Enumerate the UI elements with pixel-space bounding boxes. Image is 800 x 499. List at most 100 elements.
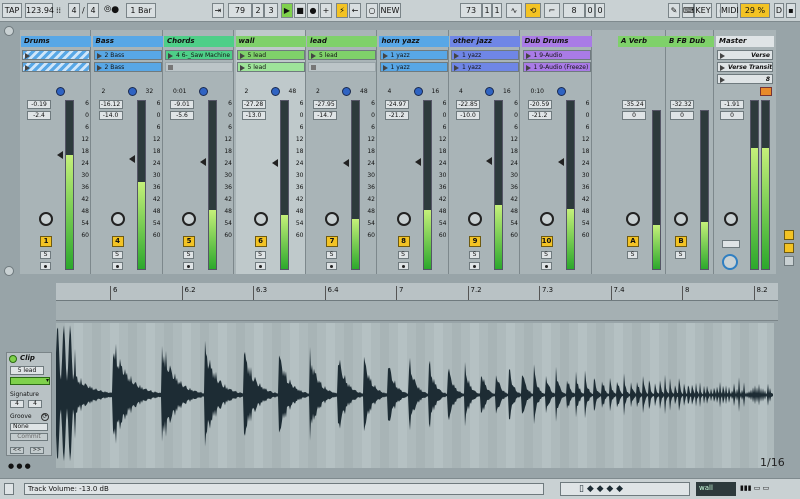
- pan-dial-icon[interactable]: [485, 87, 494, 96]
- pan-dial-icon[interactable]: [342, 87, 351, 96]
- return-pan-knob[interactable]: [674, 212, 688, 226]
- pan-dial-icon[interactable]: [413, 87, 423, 96]
- arm-button[interactable]: [469, 262, 480, 270]
- pan-dial-icon[interactable]: [127, 87, 137, 96]
- track-title[interactable]: Bass: [92, 36, 163, 47]
- pan-dial-icon[interactable]: [199, 87, 208, 96]
- return-pan-knob[interactable]: [626, 212, 640, 226]
- master-volume-value[interactable]: -1.91: [720, 100, 744, 109]
- punch-out-icon[interactable]: ⌐: [544, 3, 560, 18]
- clip-slot[interactable]: [165, 62, 233, 72]
- track-title[interactable]: wall: [235, 36, 306, 47]
- pan-knob[interactable]: [39, 212, 53, 226]
- punch-in-icon[interactable]: ∿: [506, 3, 522, 18]
- return-title[interactable]: B FB Dub: [666, 36, 714, 47]
- clip-sig-num[interactable]: 4: [10, 400, 24, 408]
- overdub-icon[interactable]: +: [320, 3, 332, 18]
- tap-button[interactable]: TAP: [2, 3, 22, 18]
- time-sig-den[interactable]: 4: [87, 3, 99, 18]
- midi-map-button[interactable]: MIDI: [720, 3, 739, 18]
- commit-button[interactable]: Commit: [10, 433, 48, 441]
- pan-knob[interactable]: [468, 212, 482, 226]
- pan-dial-icon[interactable]: [56, 87, 65, 96]
- pan-knob[interactable]: [396, 212, 411, 226]
- loop-start-beats[interactable]: 1: [482, 3, 492, 18]
- arm-button[interactable]: [40, 262, 51, 270]
- volume-fader-handle[interactable]: [343, 159, 349, 167]
- clip-activator-icon[interactable]: [9, 355, 17, 363]
- key-map-icon[interactable]: ⌨: [682, 3, 695, 18]
- scene-launch[interactable]: Verse Transiti: [717, 62, 773, 72]
- track-activator-button[interactable]: 8: [397, 236, 410, 247]
- track-activator-button[interactable]: 4: [111, 236, 124, 247]
- clip-slot[interactable]: 2 Bass: [93, 62, 162, 72]
- arm-button[interactable]: [111, 262, 123, 270]
- volume-value[interactable]: -20.59: [527, 100, 552, 109]
- clip-slot[interactable]: 5 lead: [236, 62, 305, 72]
- solo-button[interactable]: S: [40, 251, 51, 259]
- scene-launch[interactable]: 8: [717, 74, 773, 84]
- arm-button[interactable]: [326, 262, 337, 270]
- clip-name-field[interactable]: 5 lead: [10, 366, 44, 375]
- volume-fader-handle[interactable]: [557, 157, 564, 166]
- volume-fader-handle[interactable]: [57, 151, 63, 160]
- audio-waveform[interactable]: [56, 323, 774, 468]
- stop-all-clips-icon[interactable]: [760, 87, 772, 96]
- arm-button[interactable]: [397, 262, 409, 270]
- loop-len-beats[interactable]: 0: [585, 3, 595, 18]
- clip-view-selector-icon[interactable]: ● ● ●: [8, 462, 48, 470]
- volume-value[interactable]: -9.01: [170, 100, 194, 109]
- return-title[interactable]: A Verb: [618, 36, 666, 47]
- clip-color-select[interactable]: ▾: [10, 377, 50, 385]
- track-activator-button[interactable]: 1: [40, 236, 52, 247]
- clip-slot[interactable]: 5 lead: [308, 50, 376, 60]
- volume-value[interactable]: -16.12: [98, 100, 123, 109]
- clip-slot[interactable]: 1 yazz: [451, 62, 519, 72]
- track-activator-button[interactable]: 9: [469, 236, 481, 247]
- arrangement-position-icon[interactable]: ⇥: [212, 3, 224, 18]
- return-volume-value[interactable]: -32.32: [670, 100, 694, 109]
- nudge-forward-button[interactable]: >>: [30, 447, 44, 454]
- volume-fader-handle[interactable]: [200, 158, 206, 166]
- return-volume-value[interactable]: -35.24: [622, 100, 646, 109]
- loop-start-bars[interactable]: 73: [460, 3, 482, 18]
- track-title[interactable]: horn yazz: [378, 36, 449, 47]
- return-solo-button[interactable]: S: [675, 251, 686, 259]
- metronome-icon[interactable]: ⁞⁞: [56, 6, 61, 15]
- capture-icon[interactable]: ○: [366, 3, 378, 18]
- key-map-button[interactable]: KEY: [694, 3, 712, 18]
- loop-len-bars[interactable]: 8: [563, 3, 585, 18]
- solo-button[interactable]: S: [183, 251, 194, 259]
- record-button[interactable]: ●: [307, 3, 319, 18]
- tempo-field[interactable]: 123.94: [25, 3, 54, 18]
- volume-fader-handle[interactable]: [128, 154, 135, 163]
- track-title[interactable]: other jazz: [450, 36, 520, 47]
- track-activator-button[interactable]: 5: [183, 236, 195, 247]
- overview-strip[interactable]: ▯ ◆ ◆ ◆ ◆: [560, 482, 690, 496]
- clip-slot[interactable]: 2 Bass: [93, 50, 162, 60]
- arm-button[interactable]: [183, 262, 194, 270]
- volume-fader-handle[interactable]: [414, 158, 421, 166]
- cue-volume-knob[interactable]: [722, 254, 738, 270]
- session-browser-toggle-icon[interactable]: [4, 26, 14, 36]
- loop-brace-lane[interactable]: [56, 301, 778, 321]
- track-activator-button[interactable]: 6: [254, 236, 267, 247]
- quantize-select[interactable]: 1 Bar: [126, 3, 156, 18]
- track-title[interactable]: Drums: [21, 36, 91, 47]
- io-toggle-icon[interactable]: [784, 230, 794, 240]
- return-solo-button[interactable]: S: [627, 251, 638, 259]
- position-sixteenths[interactable]: 3: [264, 3, 278, 18]
- master-title[interactable]: Master: [716, 36, 774, 47]
- clip-slot[interactable]: 1 yazz: [379, 50, 448, 60]
- groove-select[interactable]: None: [10, 423, 48, 431]
- track-activator-button[interactable]: 7: [326, 236, 338, 247]
- clip-slot[interactable]: 1 9-Audio: [522, 50, 591, 60]
- new-button[interactable]: NEW: [379, 3, 401, 18]
- pan-dial-icon[interactable]: [556, 87, 566, 96]
- draw-mode-icon[interactable]: ✎: [668, 3, 680, 18]
- master-pan-knob[interactable]: [724, 212, 738, 226]
- clip-slot[interactable]: 4 6-_Saw Machine (F: [165, 50, 233, 60]
- solo-button[interactable]: S: [540, 251, 552, 259]
- return-activator-button[interactable]: B: [675, 236, 687, 247]
- pan-knob[interactable]: [325, 212, 339, 226]
